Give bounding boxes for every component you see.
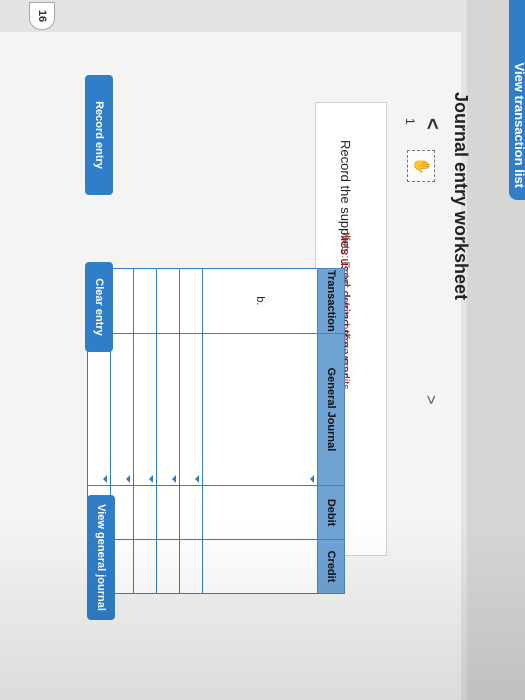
record-entry-button[interactable]: Record entry bbox=[85, 75, 113, 195]
top-bar: View transaction list bbox=[467, 0, 525, 700]
screen: View transaction list 16 Journal entry w… bbox=[0, 0, 525, 700]
column-header-transaction: Transaction bbox=[317, 268, 345, 334]
page-number: 1 bbox=[403, 118, 417, 125]
next-arrow-icon[interactable]: > bbox=[421, 395, 439, 404]
account-select[interactable] bbox=[156, 333, 180, 486]
transaction-cell bbox=[179, 268, 203, 334]
clear-entry-button[interactable]: Clear entry bbox=[85, 262, 113, 352]
debit-input[interactable] bbox=[202, 485, 318, 540]
account-select[interactable] bbox=[87, 333, 111, 486]
credit-input[interactable] bbox=[133, 539, 157, 594]
journal-table: Transaction General Journal Debit Credit… bbox=[87, 268, 345, 594]
column-header-credit: Credit bbox=[317, 539, 345, 594]
credit-input[interactable] bbox=[202, 539, 318, 594]
account-select[interactable] bbox=[133, 333, 157, 486]
previous-arrow-icon[interactable]: < bbox=[420, 118, 443, 130]
hand-icon[interactable]: ✋ bbox=[407, 150, 435, 182]
transaction-cell bbox=[156, 268, 180, 334]
view-general-journal-button[interactable]: View general journal bbox=[87, 495, 115, 620]
account-select[interactable] bbox=[110, 333, 134, 486]
table-row bbox=[179, 268, 203, 594]
table-row bbox=[133, 268, 157, 594]
table-row bbox=[156, 268, 180, 594]
transaction-cell bbox=[110, 268, 134, 334]
column-header-general-journal: General Journal bbox=[317, 333, 345, 486]
column-header-debit: Debit bbox=[317, 485, 345, 540]
account-select[interactable] bbox=[202, 333, 318, 486]
credit-input[interactable] bbox=[179, 539, 203, 594]
table-header-row: Transaction General Journal Debit Credit bbox=[317, 268, 345, 594]
transaction-cell bbox=[133, 268, 157, 334]
view-transaction-list-tab[interactable]: View transaction list bbox=[509, 0, 525, 200]
debit-input[interactable] bbox=[179, 485, 203, 540]
question-number-badge: 16 bbox=[29, 2, 55, 30]
debit-input[interactable] bbox=[133, 485, 157, 540]
table-row: b. bbox=[202, 268, 318, 594]
account-select[interactable] bbox=[179, 333, 203, 486]
credit-input[interactable] bbox=[156, 539, 180, 594]
transaction-cell: b. bbox=[202, 268, 318, 334]
debit-input[interactable] bbox=[156, 485, 180, 540]
page-title: Journal entry worksheet bbox=[451, 92, 471, 301]
